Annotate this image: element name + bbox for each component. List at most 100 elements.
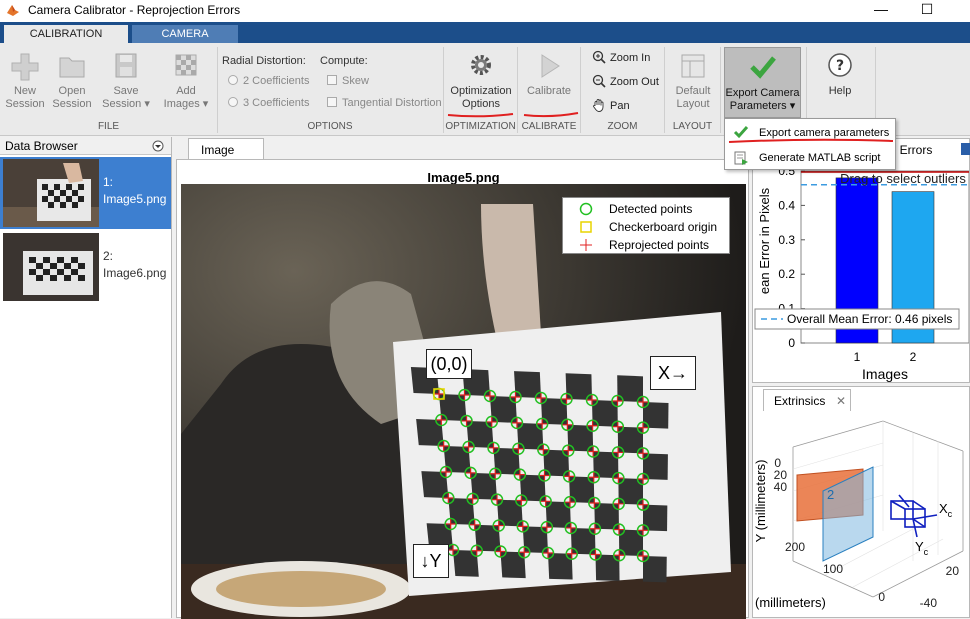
chevron-down-icon[interactable] [152, 140, 164, 152]
radio-3-coefficients[interactable]: 3 Coefficients [228, 97, 309, 109]
checkmark-icon [750, 56, 776, 79]
calibrate-label: Calibrate [526, 85, 572, 97]
zoom-in-button[interactable]: Zoom In [592, 50, 650, 64]
help-button[interactable]: ? Help [812, 51, 868, 98]
close-icon[interactable]: ✕ [836, 390, 846, 412]
gear-icon [471, 55, 491, 75]
ribbon-tab-strip: CALIBRATION CAMERA [0, 22, 970, 43]
menu-item-label: Generate MATLAB script [759, 152, 881, 164]
calibrate-button[interactable]: Calibrate [521, 51, 577, 98]
default-layout-button[interactable]: Default Layout [668, 51, 718, 111]
optimization-options-label-2: Options [462, 98, 500, 110]
tab-camera[interactable]: CAMERA [132, 25, 238, 43]
checkbox-skew[interactable]: Skew [327, 75, 369, 87]
radio-2-coefficients[interactable]: 2 Coefficients [228, 75, 309, 87]
svg-text:?: ? [836, 58, 844, 74]
zoom-in-icon [592, 50, 606, 64]
tab-extrinsics[interactable]: Extrinsics ✕ [763, 389, 851, 411]
save-session-button[interactable]: Save Session ▾ [98, 51, 154, 111]
board-id-label: 2 [827, 487, 834, 502]
y-axis-label: Y (millimeters) [753, 460, 768, 543]
help-icon: ? [828, 53, 852, 77]
new-session-label-1: New [13, 85, 36, 97]
save-session-label-2: Session ▾ [102, 98, 150, 110]
green-circle-icon [579, 202, 593, 216]
add-images-label-1: Add [176, 85, 196, 97]
extrinsics-3d-plot[interactable]: 2 Xc Yc 0 20 40 200 100 0 20 -40 Y (mill… [753, 411, 969, 617]
panel-tab-edge [961, 143, 970, 155]
data-browser-item[interactable]: 2: Image6.png [0, 231, 171, 303]
y-tick-label: 0 [788, 336, 795, 350]
tab-calibration[interactable]: CALIBRATION [4, 25, 128, 43]
menu-item-label: Export camera parameters [759, 127, 890, 139]
checkbox-tangential[interactable]: Tangential Distortion [327, 97, 442, 109]
pan-label: Pan [610, 100, 630, 112]
x-tick-label: 2 [910, 350, 917, 364]
add-images-button[interactable]: Add Images ▾ [158, 51, 214, 111]
camera-icon [890, 494, 938, 538]
tab-image[interactable]: Image [188, 138, 264, 160]
data-browser-item-label: 1: Image5.png [103, 175, 167, 206]
data-browser-panel: Data Browser 1: Image5.png 2: Image6.png [0, 137, 172, 618]
y-tick-label: 0.4 [778, 198, 795, 212]
pan-button[interactable]: Pan [592, 98, 630, 112]
play-icon [541, 54, 560, 78]
x-tick: -40 [920, 596, 938, 610]
group-label-optimization: OPTIMIZATION [445, 121, 516, 132]
add-images-label-2: Images ▾ [163, 98, 209, 110]
minimize-button[interactable]: — [858, 0, 904, 20]
y-axis-label: ean Error in Pixels [757, 187, 772, 294]
export-label-1: Export Camera [725, 87, 800, 99]
y-tick-label: 0.2 [778, 267, 795, 281]
extrinsics-tab-label: Extrinsics [774, 394, 826, 408]
data-browser-title: Data Browser [5, 139, 78, 153]
extrinsics-panel: Extrinsics ✕ 2 Xc Yc 0 20 40 200 100 0 2… [752, 386, 970, 618]
open-session-label-2: Session [52, 98, 92, 110]
default-layout-label-2: Layout [676, 98, 710, 110]
export-dropdown-menu: Export camera parameters Generate MATLAB… [724, 118, 896, 170]
compute-label: Compute: [320, 55, 368, 67]
menu-item-export-camera-parameters[interactable]: Export camera parameters [725, 121, 895, 145]
legend-label: Detected points [609, 202, 693, 216]
export-camera-parameters-button[interactable]: Export Camera Parameters ▾ [724, 47, 801, 118]
image-title: Image5.png [427, 170, 500, 185]
x-axis-label: Images [862, 366, 908, 382]
ribbon-separator [720, 47, 721, 133]
origin-annotation: (0,0) [426, 349, 472, 379]
y-tick: 200 [785, 540, 805, 554]
open-session-button[interactable]: Open Session [50, 51, 94, 111]
y-tick: 40 [774, 480, 788, 494]
reprojection-error-chart[interactable]: ean Error in Pixels Images 00.10.20.30.4… [753, 159, 969, 383]
plus-icon [11, 53, 39, 81]
y-tick-label: 0.3 [778, 233, 795, 247]
image-legend: Detected points Checkerboard origin Repr… [562, 197, 730, 254]
image-thumbnail [3, 233, 99, 301]
floppy-disk-icon [115, 53, 137, 78]
zoom-in-label: Zoom In [610, 52, 651, 64]
y-axis-annotation: ↓Y [413, 544, 449, 578]
camera-x-axis-label: Xc [939, 501, 953, 519]
data-browser-item[interactable]: 1: Image5.png [0, 157, 171, 229]
data-browser-item-label: 2: Image6.png [103, 249, 167, 280]
open-session-label-1: Open [58, 85, 86, 97]
optimization-options-button[interactable]: Optimization Options [447, 51, 515, 111]
x-tick-label: 1 [854, 350, 861, 364]
title-bar: Camera Calibrator - Reprojection Errors … [0, 0, 970, 22]
radio-2-coefficients-label: 2 Coefficients [243, 75, 310, 87]
checkmark-icon [733, 126, 749, 139]
zoom-out-button[interactable]: Zoom Out [592, 74, 659, 88]
menu-item-generate-matlab-script[interactable]: Generate MATLAB script [725, 146, 895, 170]
camera-y-axis-subscript: c [924, 547, 929, 557]
new-session-button[interactable]: New Session [4, 51, 46, 111]
add-images-icon [175, 54, 197, 76]
depth-tick: 0 [878, 590, 885, 604]
maximize-button[interactable]: ☐ [904, 0, 950, 20]
radio-button [228, 75, 238, 85]
image-thumbnail [3, 159, 99, 227]
matlab-logo-icon [7, 5, 19, 16]
legend-label: Reprojected points [609, 238, 710, 252]
checkbox-tangential-label: Tangential Distortion [342, 97, 442, 109]
radio-3-coefficients-label: 3 Coefficients [243, 97, 310, 109]
radial-distortion-label: Radial Distortion: [222, 55, 306, 67]
x-axis-annotation: X→ [650, 356, 696, 390]
